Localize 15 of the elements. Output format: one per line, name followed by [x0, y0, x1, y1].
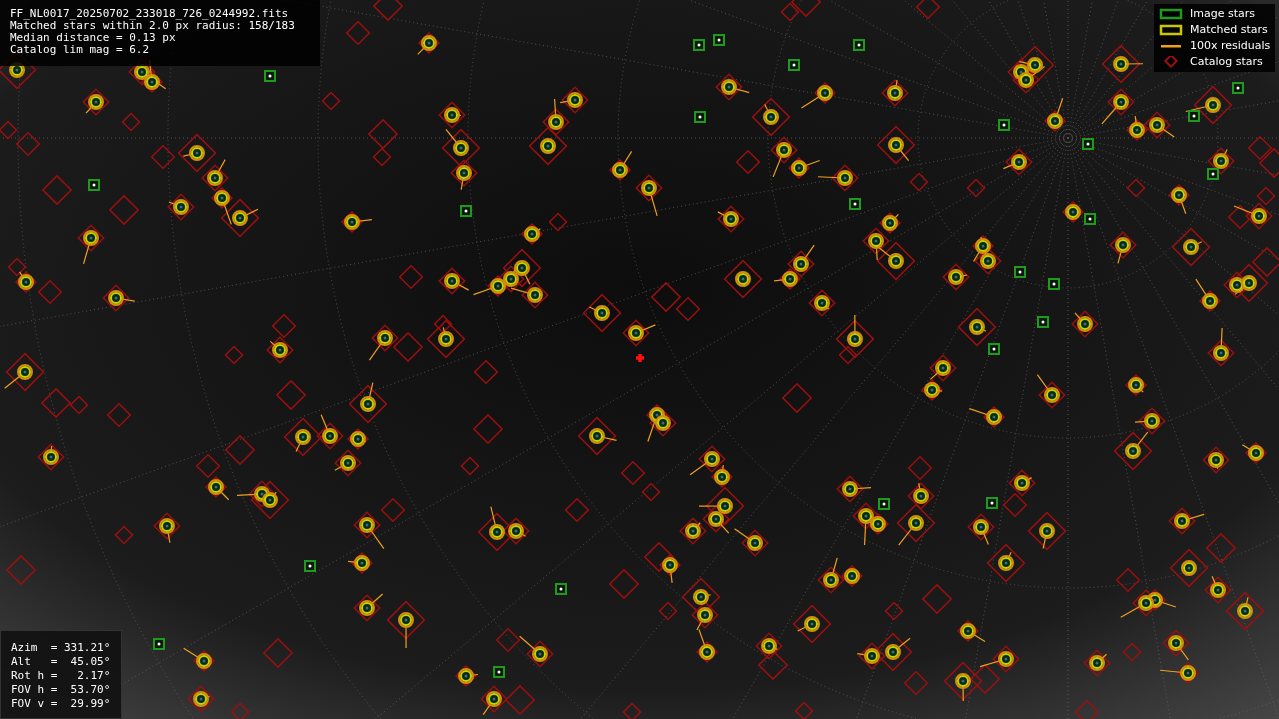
pointing-text: Rot h = 2.17°	[11, 669, 112, 683]
info-text: Catalog lim mag = 6.2	[10, 44, 151, 56]
pointing-text: FOV h = 53.70°	[11, 683, 112, 697]
legend-label: 100x residuals	[1190, 37, 1271, 54]
legend-swatch-icon	[1159, 8, 1183, 20]
legend-label: Catalog stars	[1190, 53, 1263, 70]
pointing-text: FOV v = 29.99°	[11, 697, 112, 711]
legend-swatch-icon	[1159, 24, 1183, 36]
pointing-text: Alt = 45.05°	[11, 655, 112, 669]
legend-label: Matched stars	[1190, 21, 1268, 38]
info-text: Matched stars within 2.0 px radius: 158/183	[10, 20, 296, 32]
info-text: FF_NL0017_20250702_233018_726_0244992.fits	[10, 8, 290, 20]
pointing-text: Azim = 331.21°	[11, 641, 112, 655]
legend-label: Image stars	[1190, 5, 1255, 22]
info-text: Median distance = 0.13 px	[10, 32, 177, 44]
